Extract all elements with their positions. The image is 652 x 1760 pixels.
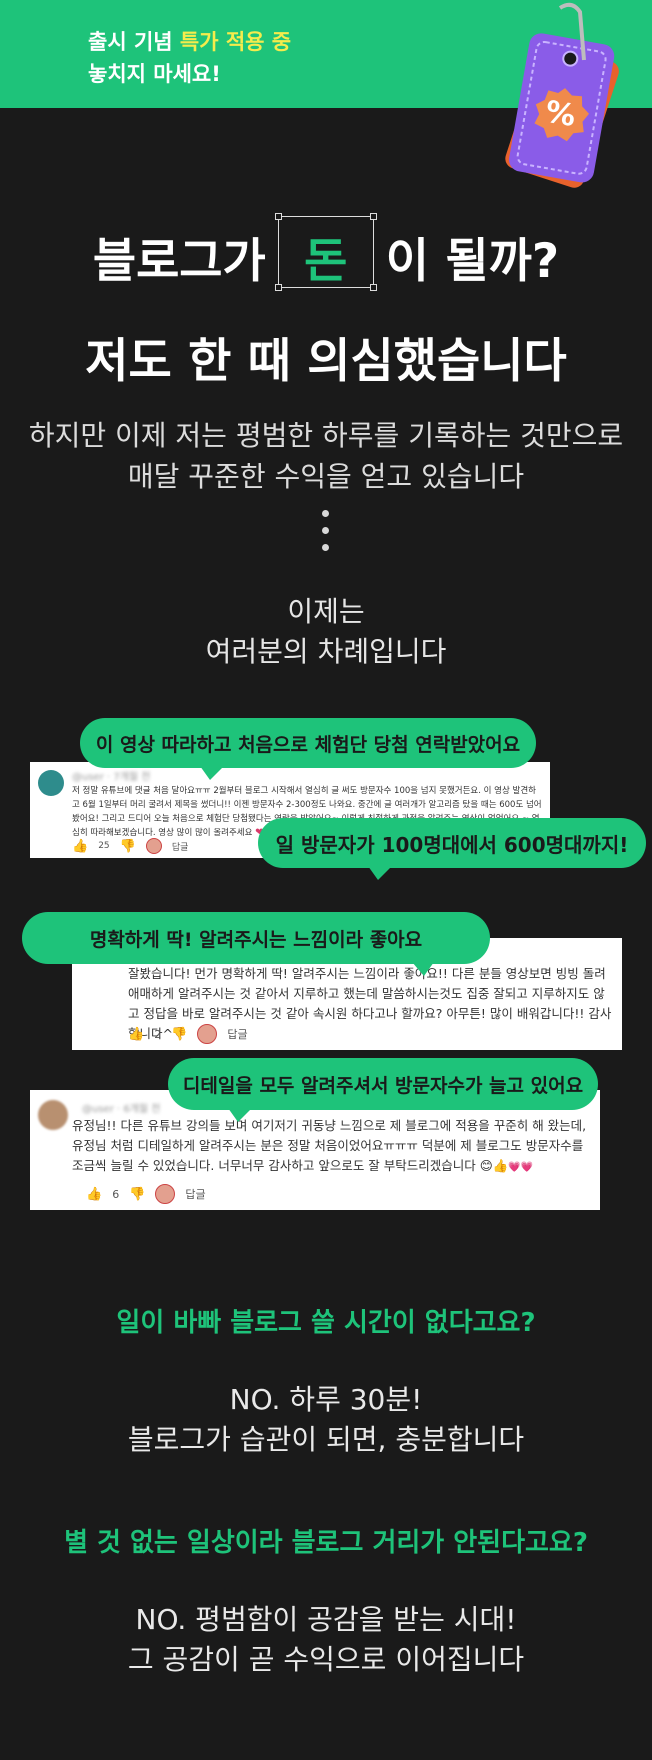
thumbs-down-icon[interactable]: 👎 [129,1187,145,1202]
vertical-dots-icon [322,510,329,561]
creator-heart-avatar [145,838,162,854]
price-tag-icon: % [505,2,619,188]
objection-question-2: 별 것 없는 일상이라 블로그 거리가 안된다고요? [64,1528,588,1558]
thumbs-up-emoji-icon: 👍 [492,1158,509,1173]
like-count: 25 [98,841,110,851]
reply-button[interactable]: 답글 [172,840,189,853]
comment-actions: 👍 25 👎 답글 [72,838,188,854]
selection-frame [274,213,377,291]
hero-headline-1: 블로그가 돈 이 될까? [0,213,652,291]
hero-headline-2: 저도 한 때 의심했습니다 [85,334,567,389]
thumbs-up-icon[interactable]: 👍 [86,1187,102,1202]
smile-icon: 😊 [479,1158,493,1173]
percent-glyph: % [543,94,579,134]
comment-text: 유정님!! 다른 유튜브 강의들 보며 여기저기 귀동냥 느낌으로 제 블로그에… [72,1118,587,1173]
your-turn-line-1: 이제는 [287,595,365,628]
comment-actions: 👍 2 👎 답글 [128,1024,248,1044]
hero-subtext-1: 하지만 이제 저는 평범한 하루를 기록하는 것만으로 [28,419,624,452]
creator-heart-avatar [197,1024,218,1044]
comment-actions: 👍 6 👎 답글 [86,1184,206,1204]
objection-answer-1a: NO. 하루 30분! [229,1383,423,1416]
objection-answer-1b: 블로그가 습관이 되면, 충분합니다 [127,1423,525,1456]
creator-heart-avatar [155,1184,176,1204]
objection-answer-2b: 그 공감이 곧 수익으로 이어집니다 [127,1643,525,1676]
your-turn-line-2: 여러분의 차례입니다 [205,635,447,668]
testimonial-bubble: 일 방문자가 100명대에서 600명대까지! [258,818,646,880]
thumbs-up-icon[interactable]: 👍 [128,1027,144,1042]
avatar [38,1100,68,1130]
comment-author: @user · 6개월 전 [82,1104,161,1115]
money-highlight-box: 돈 [274,213,377,291]
thumbs-down-icon[interactable]: 👎 [120,839,136,854]
reply-button[interactable]: 답글 [185,1186,205,1202]
like-count: 2 [154,1027,162,1041]
like-count: 6 [112,1187,120,1201]
hero-subtext-2: 매달 꾸준한 수익을 얻고 있습니다 [127,460,525,493]
heart-icon: 💗💗 [508,1162,534,1173]
promo-line-2: 놓치지 마세요! [88,62,221,86]
comment-author: @user · 7개월 전 [72,772,151,783]
reply-button[interactable]: 답글 [227,1026,247,1042]
promo-line-1: 출시 기념 특가 적용 중 [88,30,292,54]
testimonial-bubble: 명확하게 딱! 알려주시는 느낌이라 좋아요 [22,912,490,976]
thumbs-up-icon[interactable]: 👍 [72,839,88,854]
avatar [38,770,64,796]
testimonial-bubble: 디테일을 모두 알려주셔서 방문자수가 늘고 있어요 [168,1058,598,1122]
objection-question-1: 일이 바빠 블로그 쓸 시간이 없다고요? [116,1308,536,1338]
promo-highlight: 특가 적용 중 [179,30,292,54]
thumbs-down-icon[interactable]: 👎 [171,1027,187,1042]
testimonial-bubble: 이 영상 따라하고 처음으로 체험단 당첨 연락받았어요 [80,718,536,780]
